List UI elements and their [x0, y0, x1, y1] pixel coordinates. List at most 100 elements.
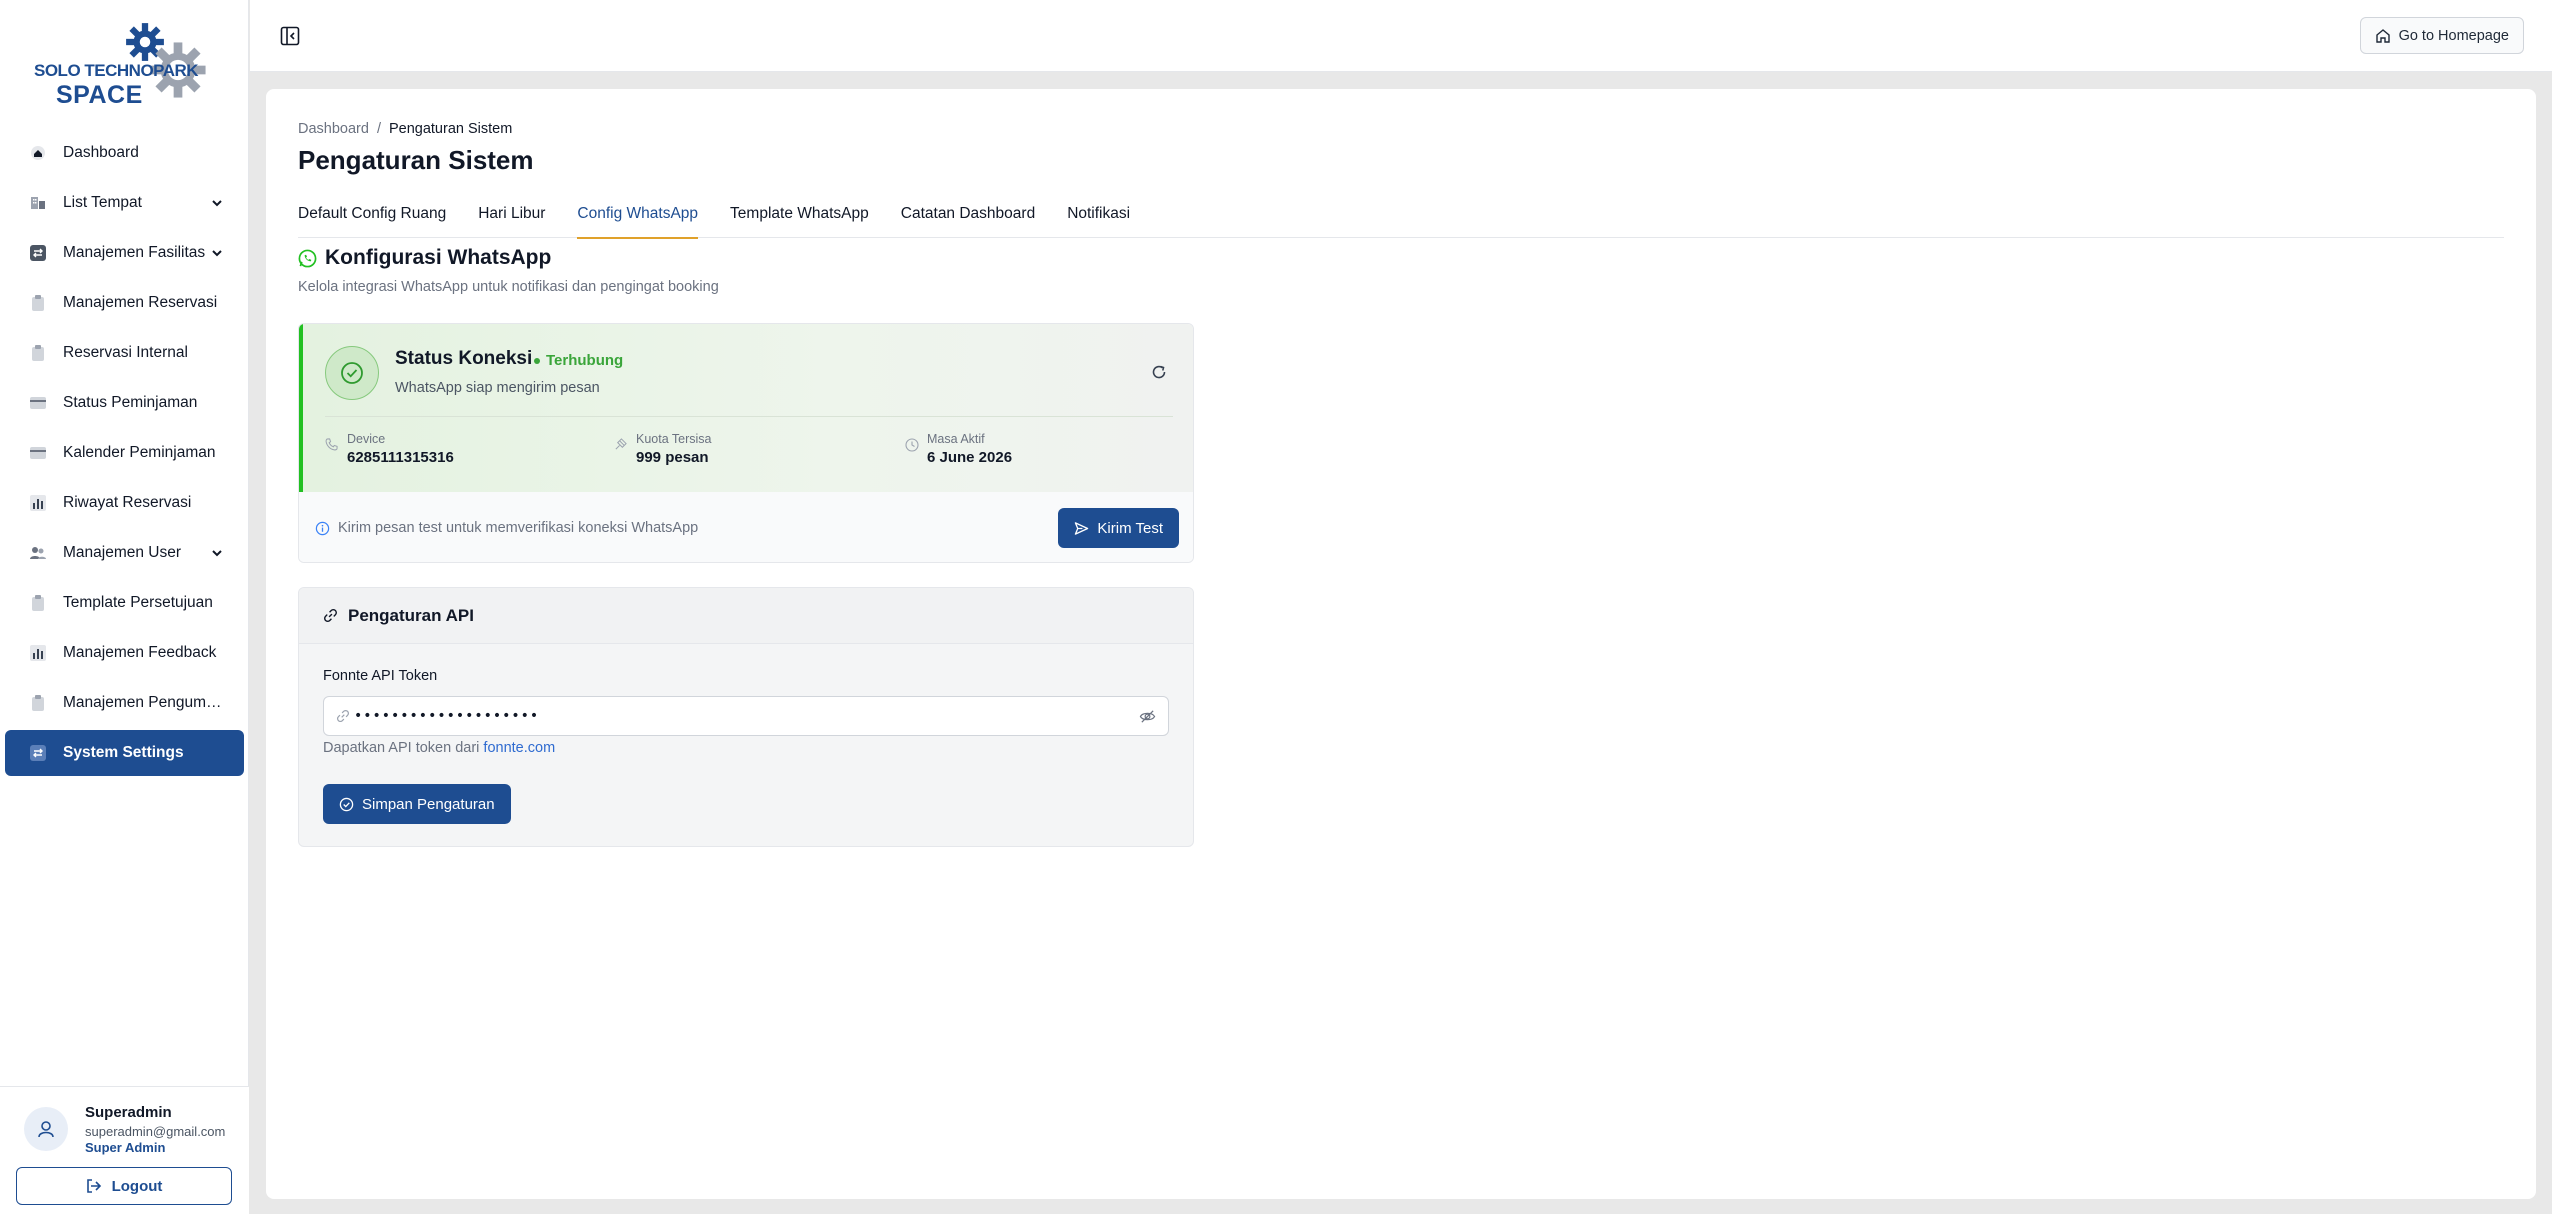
status-message: WhatsApp siap mengirim pesan [395, 380, 600, 396]
chevron-down-icon [212, 550, 222, 557]
status-panel: Status Koneksi Terhubung WhatsApp siap m… [299, 324, 1193, 492]
tab-default-config-ruang[interactable]: Default Config Ruang [298, 197, 446, 238]
panel-left-icon [280, 26, 300, 46]
status-label: Status Koneksi [395, 348, 533, 369]
sidebar-item-label: Manajemen User [63, 544, 182, 561]
api-settings-header: Pengaturan API [299, 588, 1193, 644]
sidebar-item-manajemen-pengumuman[interactable]: Manajemen Pengumu... [5, 680, 244, 726]
top-bar: Go to Homepage [250, 0, 2552, 72]
api-settings-title: Pengaturan API [348, 605, 474, 625]
user-email: superadmin@gmail.com [85, 1124, 226, 1139]
device-value: 6285111315316 [347, 449, 454, 466]
tab-hari-libur[interactable]: Hari Libur [478, 197, 545, 238]
quota-icon [615, 438, 627, 450]
send-test-label: Kirim Test [1097, 519, 1163, 537]
user-icon [38, 1121, 54, 1138]
tab-config-whatsapp[interactable]: Config WhatsApp [577, 197, 698, 239]
chevron-down-icon [212, 200, 222, 207]
swap-icon [29, 244, 47, 262]
chart-icon [29, 494, 47, 512]
sidebar-item-label: List Tempat [63, 194, 142, 211]
api-token-label: Fonnte API Token [323, 668, 438, 684]
refresh-status-button[interactable] [1149, 362, 1169, 382]
brand-line1: SOLO TECHNOPARK [34, 61, 199, 80]
sidebar-item-manajemen-reservasi[interactable]: Manajemen Reservasi [5, 280, 244, 326]
refresh-icon [1152, 365, 1166, 379]
sidebar-item-dashboard[interactable]: Dashboard [5, 130, 244, 176]
send-test-button[interactable]: Kirim Test [1058, 508, 1179, 548]
sidebar-item-manajemen-user[interactable]: Manajemen User [5, 530, 244, 576]
tab-notifikasi[interactable]: Notifikasi [1067, 197, 1130, 238]
sidebar-item-label: Riwayat Reservasi [63, 494, 192, 511]
whatsapp-title: Konfigurasi WhatsApp [325, 246, 552, 269]
clock-icon [905, 438, 919, 452]
sidebar-item-label: Dashboard [63, 144, 139, 161]
sidebar-item-label: Reservasi Internal [63, 344, 188, 361]
go-to-homepage-button[interactable]: Go to Homepage [2359, 17, 2524, 54]
breadcrumb: Dashboard / Pengaturan Sistem [298, 121, 512, 137]
clipboard-icon [29, 694, 47, 712]
sidebar-item-label: Manajemen Fasilitas [63, 244, 206, 261]
active-period-label: Masa Aktif [927, 432, 985, 446]
sidebar: SOLO TECHNOPARK SPACE Dashboard List Tem… [0, 0, 249, 1214]
brand-logo[interactable]: SOLO TECHNOPARK SPACE [0, 0, 248, 118]
tab-catatan-dashboard[interactable]: Catatan Dashboard [901, 197, 1035, 238]
logout-label: Logout [111, 1177, 163, 1195]
whatsapp-section-title: Konfigurasi WhatsApp [298, 246, 551, 270]
brand-line2: SPACE [56, 81, 143, 109]
clipboard-icon [29, 594, 47, 612]
sidebar-item-riwayat-reservasi[interactable]: Riwayat Reservasi [5, 480, 244, 526]
eye-off-icon[interactable] [1139, 708, 1156, 725]
card-icon [29, 444, 47, 462]
save-settings-button[interactable]: Simpan Pengaturan [323, 784, 511, 824]
tab-template-whatsapp[interactable]: Template WhatsApp [730, 197, 869, 238]
home-icon [29, 144, 47, 162]
sidebar-item-label: Status Peminjaman [63, 394, 198, 411]
test-info-text: Kirim pesan test untuk memverifikasi kon… [338, 520, 699, 536]
logout-icon [86, 1179, 101, 1193]
whatsapp-subtitle: Kelola integrasi WhatsApp untuk notifika… [298, 279, 719, 295]
device-label: Device [347, 432, 386, 446]
logo-mark: SOLO TECHNOPARK SPACE [34, 11, 214, 109]
page-title: Pengaturan Sistem [298, 145, 534, 175]
clipboard-icon [29, 294, 47, 312]
sidebar-item-kalender-peminjaman[interactable]: Kalender Peminjaman [5, 430, 244, 476]
sidebar-item-reservasi-internal[interactable]: Reservasi Internal [5, 330, 244, 376]
sidebar-item-list-tempat[interactable]: List Tempat [5, 180, 244, 226]
quota-label: Kuota Tersisa [636, 432, 712, 446]
test-info: Kirim pesan test untuk memverifikasi kon… [315, 520, 698, 536]
api-settings-card: Pengaturan API Fonnte API Token Dapatkan… [298, 587, 1194, 847]
whatsapp-icon [298, 249, 317, 267]
sidebar-item-manajemen-feedback[interactable]: Manajemen Feedback [5, 630, 244, 676]
sidebar-item-template-persetujuan[interactable]: Template Persetujuan [5, 580, 244, 626]
sidebar-toggle-button[interactable] [278, 24, 302, 48]
avatar[interactable] [24, 1107, 68, 1151]
phone-icon [325, 438, 338, 451]
api-token-hint: Dapatkan API token dari fonnte.com [323, 740, 555, 756]
sidebar-item-label: System Settings [63, 744, 184, 761]
sidebar-item-status-peminjaman[interactable]: Status Peminjaman [5, 380, 244, 426]
clipboard-icon [29, 344, 47, 362]
fonnte-link[interactable]: fonnte.com [483, 740, 555, 756]
info-icon [315, 521, 330, 535]
users-icon [29, 544, 47, 562]
sidebar-item-label: Manajemen Feedback [63, 644, 217, 661]
breadcrumb-current: Pengaturan Sistem [388, 121, 513, 137]
sidebar-item-system-settings[interactable]: System Settings [5, 730, 244, 776]
breadcrumb-root[interactable]: Dashboard [298, 121, 369, 137]
api-hint-text: Dapatkan API token dari [323, 740, 480, 756]
api-token-input[interactable] [354, 697, 1124, 735]
sidebar-item-label: Manajemen Pengumu... [63, 694, 224, 711]
breadcrumb-separator: / [376, 121, 381, 137]
sidebar-nav: Dashboard List Tempat Manajemen Fasilita… [0, 130, 249, 780]
connection-status-card: Status Koneksi Terhubung WhatsApp siap m… [298, 323, 1194, 563]
home-outline-icon [2375, 28, 2390, 43]
chart-icon [29, 644, 47, 662]
logout-button[interactable]: Logout [16, 1167, 232, 1205]
sidebar-item-manajemen-fasilitas[interactable]: Manajemen Fasilitas [5, 230, 244, 276]
home-button-label: Go to Homepage [2398, 27, 2509, 44]
sidebar-item-label: Kalender Peminjaman [63, 444, 216, 461]
main-content: Dashboard / Pengaturan Sistem Pengaturan S… [266, 89, 2536, 1199]
status-badge: Terhubung [534, 352, 623, 369]
quota-value: 999 pesan [636, 449, 709, 466]
